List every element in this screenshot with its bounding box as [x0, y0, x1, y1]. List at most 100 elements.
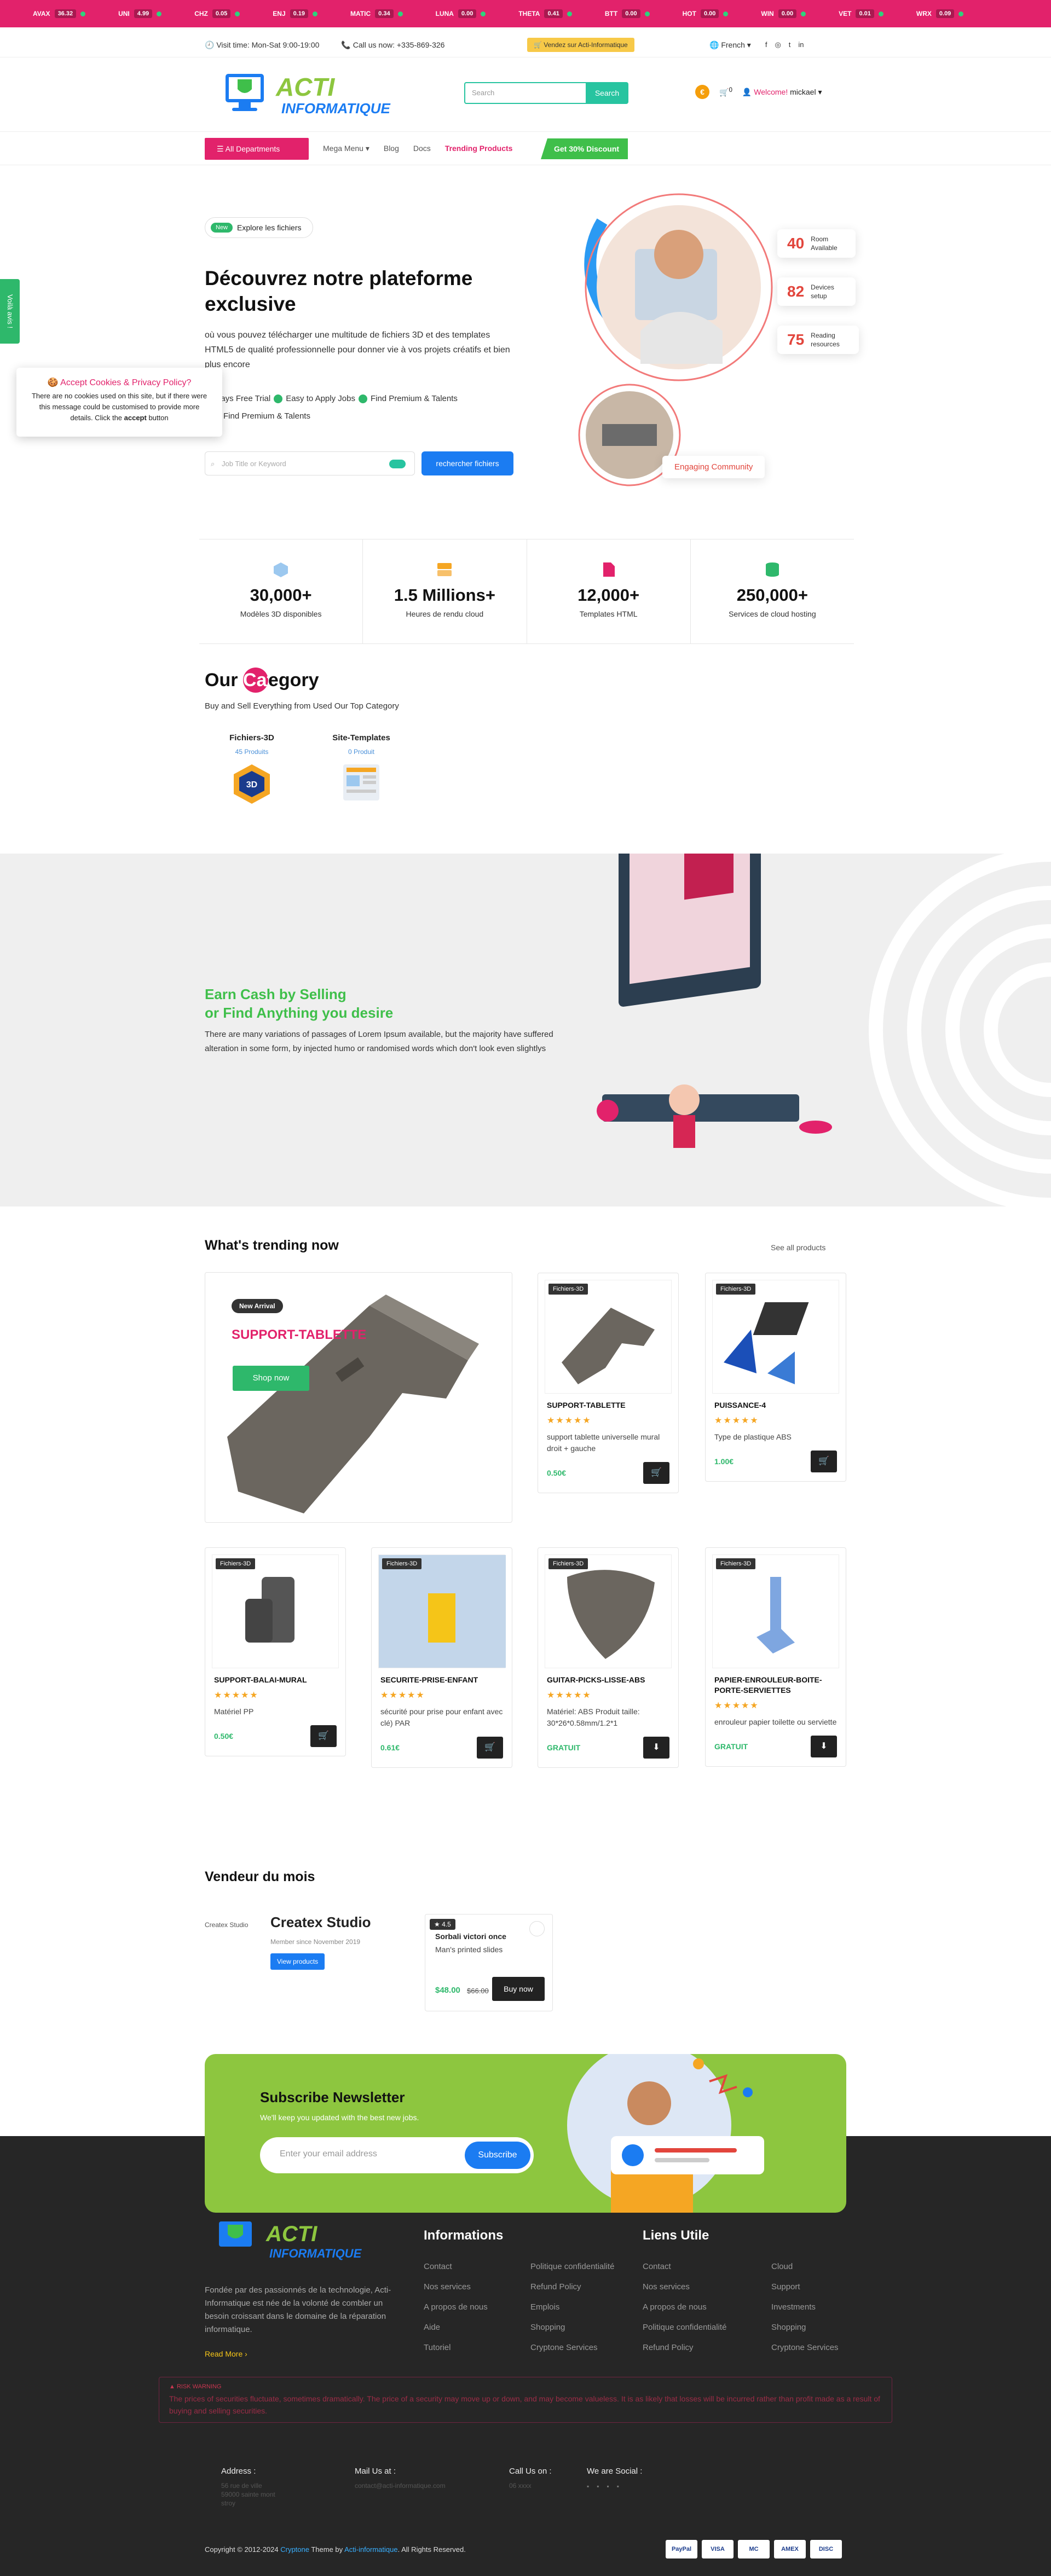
search-toggle[interactable]: [389, 460, 406, 468]
footer-link[interactable]: Aide: [424, 2323, 530, 2332]
product-name[interactable]: SUPPORT-BALAI-MURAL: [214, 1675, 337, 1685]
hero-search-input[interactable]: ⌕ Job Title or Keyword: [205, 451, 415, 475]
footer-link[interactable]: Politique confidentialité: [643, 2323, 771, 2332]
nav-mega-menu[interactable]: Mega Menu ▾: [323, 144, 369, 153]
subscribe-button[interactable]: Subscribe: [465, 2142, 530, 2169]
discount-badge[interactable]: Get 30% Discount: [541, 138, 628, 159]
vendor-avatar: Createx Studio: [205, 1921, 249, 1929]
site-logo[interactable]: ACTI INFORMATIQUE: [221, 67, 402, 122]
footer-link[interactable]: Nos services: [643, 2282, 771, 2291]
footer-link[interactable]: Contact: [643, 2262, 771, 2271]
featured-product[interactable]: New Arrival SUPPORT-TABLETTE Shop now: [205, 1272, 512, 1523]
product-name[interactable]: GUITAR-PICKS-LISSE-ABS: [547, 1675, 669, 1685]
ticker-price: 0.00: [622, 9, 640, 18]
nav-blog[interactable]: Blog: [384, 144, 399, 153]
buy-now-button[interactable]: Buy now: [492, 1977, 545, 2001]
nav-docs[interactable]: Docs: [413, 144, 431, 153]
linkedin-icon[interactable]: in: [798, 40, 804, 49]
instagram-icon[interactable]: ◎: [775, 40, 781, 49]
footer-link[interactable]: Shopping: [771, 2323, 878, 2332]
linkedin-icon[interactable]: ▪: [607, 2482, 609, 2490]
cart-icon[interactable]: 🛒: [477, 1737, 503, 1759]
user-menu[interactable]: 👤 Welcome! mickael ▾: [742, 88, 822, 97]
hero-search-button[interactable]: rechercher fichiers: [421, 451, 513, 475]
all-departments-button[interactable]: ☰ All Departments: [205, 138, 309, 160]
file-code-icon: [600, 561, 617, 578]
cart-icon[interactable]: 🛒: [811, 1451, 837, 1472]
footer-link[interactable]: Contact: [424, 2262, 530, 2271]
coin-icon[interactable]: €: [695, 85, 709, 99]
wishlist-icon[interactable]: [529, 1921, 545, 1936]
author-link[interactable]: Acti-informatique: [344, 2545, 398, 2554]
card-label: Room Available: [811, 235, 838, 252]
footer-link[interactable]: Emplois: [530, 2302, 637, 2312]
ticker-symbol: ENJ: [273, 10, 286, 18]
footer-link[interactable]: Investments: [771, 2302, 878, 2312]
product-card[interactable]: Fichiers-3D GUITAR-PICKS-LISSE-ABS ★★★★★…: [538, 1547, 679, 1768]
shop-now-button[interactable]: Shop now: [233, 1366, 309, 1391]
product-name[interactable]: PUISSANCE-4: [714, 1400, 837, 1411]
email-input[interactable]: Enter your email address: [280, 2149, 377, 2159]
footer-link[interactable]: Tutoriel: [424, 2343, 530, 2352]
language-select[interactable]: 🌐 French ▾: [709, 40, 751, 50]
product-card[interactable]: Fichiers-3D PUISSANCE-4 ★★★★★ Type de pl…: [705, 1273, 846, 1482]
download-icon[interactable]: ⬇: [811, 1736, 837, 1757]
language-label: French: [721, 40, 745, 49]
ticker-symbol: WIN: [761, 10, 774, 18]
facebook-icon[interactable]: f: [765, 40, 767, 49]
ticker-price: 0.00: [778, 9, 797, 18]
footer-link[interactable]: A propos de nous: [643, 2302, 771, 2312]
sell-on-site-button[interactable]: 🛒 Vendez sur Acti-Informatique: [527, 38, 634, 52]
search-button[interactable]: Search: [586, 82, 628, 104]
product-card[interactable]: Fichiers-3D SECURITE-PRISE-ENFANT ★★★★★ …: [371, 1547, 512, 1768]
product-card[interactable]: Fichiers-3D SUPPORT-BALAI-MURAL ★★★★★ Ma…: [205, 1547, 346, 1756]
read-more-link[interactable]: Read More ›: [205, 2349, 247, 2358]
ticker-item: VET 0.01: [839, 9, 883, 18]
status-dot: [397, 11, 403, 16]
view-products-button[interactable]: View products: [270, 1953, 325, 1970]
footer-link[interactable]: Shopping: [530, 2323, 637, 2332]
see-all-products-link[interactable]: See all products: [771, 1243, 825, 1252]
vendor-product-card[interactable]: ★ 4.5 Sorbali victori once Man's printed…: [425, 1914, 553, 2011]
cart-icon[interactable]: 🛒: [310, 1725, 337, 1747]
product-name[interactable]: Sorbali victori once: [435, 1932, 506, 1941]
call-value[interactable]: 06 xxxx: [509, 2481, 552, 2490]
cookie-popup[interactable]: 🍪 Accept Cookies & Privacy Policy? There…: [16, 368, 222, 437]
rss-icon[interactable]: ▪: [617, 2482, 619, 2490]
category-title: Our Category: [205, 668, 399, 693]
product-name[interactable]: SECURITE-PRISE-ENFANT: [380, 1675, 503, 1685]
footer-link[interactable]: Cryptone Services: [530, 2343, 637, 2352]
footer-link[interactable]: Refund Policy: [530, 2282, 637, 2291]
download-icon[interactable]: ⬇: [643, 1737, 669, 1759]
footer-link[interactable]: Cryptone Services: [771, 2343, 878, 2352]
ticker-price: 0.34: [375, 9, 394, 18]
phone[interactable]: 📞 Call us now: +335-869-326: [341, 40, 444, 50]
footer-link[interactable]: Support: [771, 2282, 878, 2291]
ticker-symbol: UNI: [118, 10, 130, 18]
cookie-accept[interactable]: accept: [124, 414, 147, 422]
product-card[interactable]: Fichiers-3D PAPIER-ENROULEUR-BOITE-PORTE…: [705, 1547, 846, 1767]
explore-pill[interactable]: New Explore les fichiers: [205, 217, 313, 238]
search-input[interactable]: Search: [464, 82, 586, 104]
footer-link[interactable]: Nos services: [424, 2282, 530, 2291]
facebook-icon[interactable]: ▪: [587, 2482, 589, 2490]
footer-link[interactable]: Politique confidentialité: [530, 2262, 637, 2271]
twitter-icon[interactable]: ▪: [597, 2482, 599, 2490]
footer-link[interactable]: Refund Policy: [643, 2343, 771, 2352]
cart-icon[interactable]: 🛒: [643, 1462, 669, 1484]
nav-trending[interactable]: Trending Products: [445, 144, 513, 153]
product-name[interactable]: SUPPORT-TABLETTE: [547, 1400, 669, 1411]
footer-link[interactable]: Cloud: [771, 2262, 878, 2271]
theme-link[interactable]: Cryptone: [280, 2545, 309, 2554]
card-label: Reading resources: [811, 332, 840, 348]
product-name[interactable]: PAPIER-ENROULEUR-BOITE-PORTE-SERVIETTES: [714, 1675, 837, 1696]
category-site-templates[interactable]: Site-Templates 0 Produit: [317, 728, 405, 815]
cart-icon[interactable]: 🛒0: [719, 86, 732, 97]
vendor-name[interactable]: Createx Studio: [270, 1914, 371, 1931]
twitter-icon[interactable]: t: [789, 40, 791, 49]
product-card[interactable]: Fichiers-3D SUPPORT-TABLETTE ★★★★★ suppo…: [538, 1273, 679, 1493]
social-label: We are Social :: [587, 2467, 643, 2476]
footer-link[interactable]: A propos de nous: [424, 2302, 530, 2312]
mail-value[interactable]: contact@acti-informatique.com: [355, 2481, 446, 2490]
category-fichiers-3d[interactable]: Fichiers-3D 45 Produits 3D: [208, 728, 296, 815]
